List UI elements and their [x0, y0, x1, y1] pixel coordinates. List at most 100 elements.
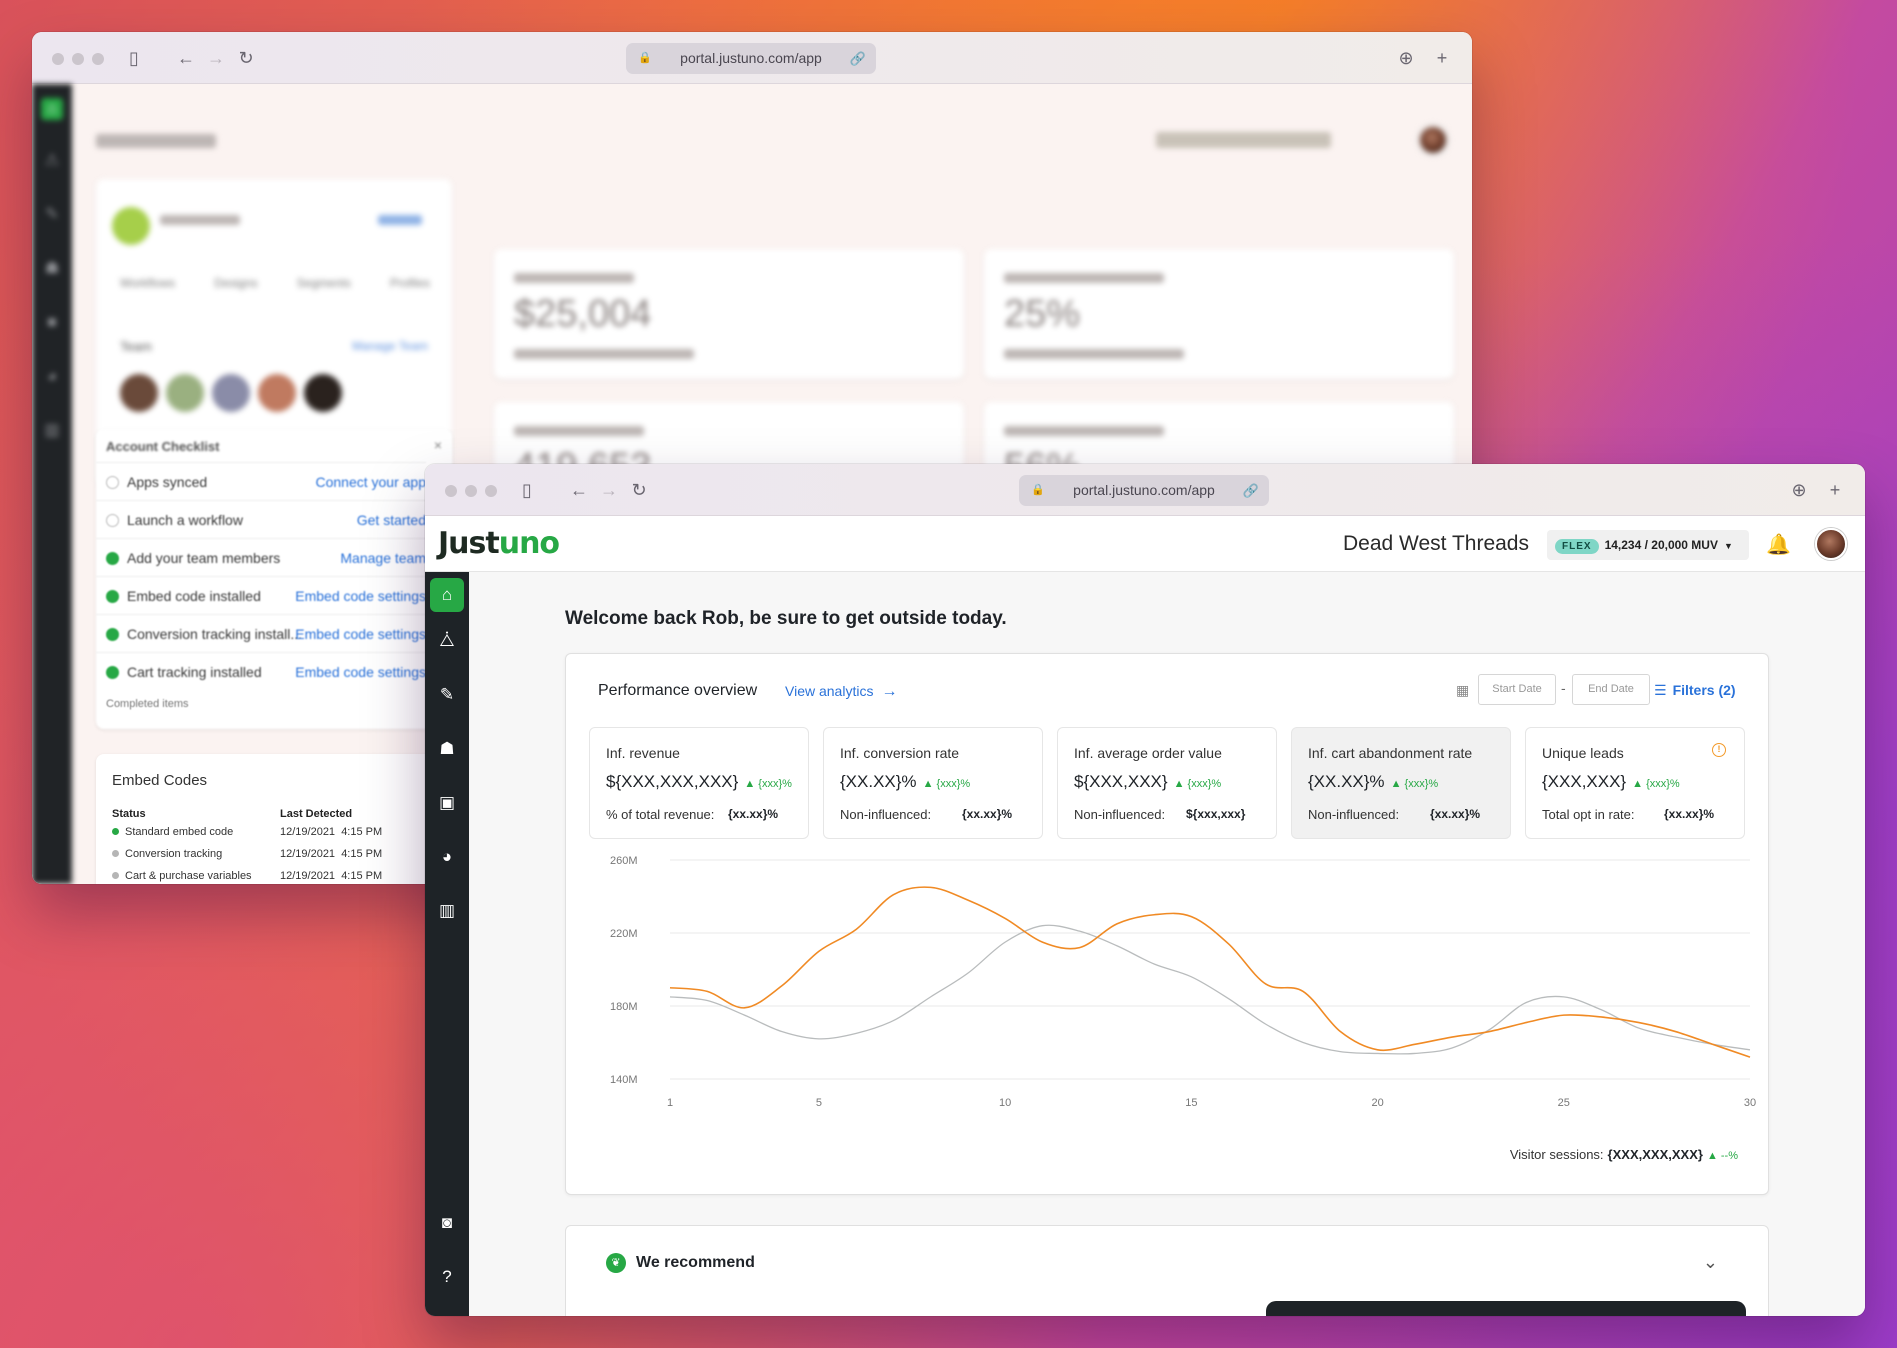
visitor-sessions: Visitor sessions: {XXX,XXX,XXX} ▲ --% [1509, 1147, 1738, 1162]
home-icon[interactable]: ⌂ [430, 578, 464, 612]
window-controls[interactable] [52, 53, 104, 65]
col-last-detected: Last Detected [280, 808, 353, 820]
plan-selector[interactable]: FLEX 14,234 / 20,000 MUV ▼ [1547, 530, 1749, 560]
y-tick-label: 140M [610, 1074, 638, 1086]
panel-title: Performance overview [598, 682, 758, 699]
url-text: portal.justuno.com/app [1073, 482, 1215, 498]
x-tick-label: 20 [1371, 1097, 1383, 1109]
forward-arrow-icon[interactable]: → [597, 478, 621, 502]
pie-chart-icon[interactable]: ◕ [430, 840, 464, 874]
forward-arrow-icon[interactable]: → [204, 46, 228, 70]
address-bar[interactable]: 🔒 portal.justuno.com/app 🔗 [1019, 475, 1269, 506]
address-bar[interactable]: 🔒 portal.justuno.com/app 🔗 [626, 43, 876, 74]
metric-sub-label: Non-influenced: [1308, 807, 1400, 822]
welcome-heading: Welcome back Rob, be sure to get outside… [565, 608, 1007, 629]
start-date-input[interactable]: Start Date [1478, 674, 1556, 705]
metric-sub-value: {xx.xx}% [962, 807, 1013, 821]
leaf-icon: ❦ [606, 1253, 626, 1273]
date-separator: - [1561, 680, 1566, 696]
shopping-bag-icon[interactable]: ▣ [430, 786, 464, 820]
metric-card-conversion-rate[interactable]: Inf. conversion rate {XX.XX}% ▲ {xxx}% No… [823, 727, 1043, 839]
metric-value: 25% [1004, 293, 1081, 335]
metric-label: Inf. average order value [1074, 745, 1222, 761]
metric-sub-label: Non-influenced: [1074, 807, 1166, 822]
series-line [669, 924, 1751, 1055]
checklist-item[interactable]: Apps synced Connect your app [96, 462, 426, 500]
warning-icon[interactable]: ! [1712, 743, 1726, 757]
checklist-item[interactable]: Conversion tracking install... Embed code… [96, 614, 426, 652]
embed-row-date: 12/19/2021 4:15 PM [280, 848, 383, 860]
pie-icon[interactable]: ◕ [41, 366, 63, 388]
library-icon[interactable]: ▥ [41, 420, 63, 442]
metric-sub-label: Non-influenced: [840, 807, 932, 822]
embed-row: Conversion tracking [112, 848, 222, 860]
end-date-input[interactable]: End Date [1572, 674, 1650, 705]
url-text: portal.justuno.com/app [680, 50, 822, 66]
sidebar-toggle-icon[interactable]: ▯ [515, 478, 539, 502]
metric-card-average-order-value[interactable]: Inf. average order value ${XXX,XXX} ▲ {xx… [1057, 727, 1277, 839]
workflow-icon[interactable]: ⚠ [41, 150, 63, 172]
embed-row-date: 12/19/2021 4:15 PM [280, 870, 383, 882]
we-recommend-panel[interactable]: ❦ We recommend ⌄ [565, 1225, 1769, 1316]
window-controls[interactable] [445, 485, 497, 497]
back-arrow-icon[interactable]: ← [174, 46, 198, 70]
help-icon[interactable]: ? [430, 1260, 464, 1294]
reload-icon[interactable]: ↻ [627, 478, 651, 502]
arrow-right-icon: → [881, 683, 898, 700]
users-icon[interactable]: ☗ [41, 258, 63, 280]
metric-card-unique-leads[interactable]: Unique leads ! {XXX,XXX} ▲ {xxx}% Total o… [1525, 727, 1745, 839]
metric-card-revenue: $25,004 [494, 249, 964, 379]
embed-row: Standard embed code [112, 826, 233, 838]
metric-sub-value: {xx.xx}% [728, 807, 779, 821]
metric-card-cart-abandonment[interactable]: Inf. cart abandonment rate {XX.XX}% ▲ {xx… [1291, 727, 1511, 839]
manage-team-link[interactable]: Manage Team [352, 339, 428, 353]
brush-icon[interactable]: ✎ [430, 678, 464, 712]
back-titlebar: ▯ ← → ↻ 🔒 portal.justuno.com/app 🔗 ⊕ + [32, 32, 1472, 84]
brush-icon[interactable]: ✎ [41, 204, 63, 226]
notification-bell-icon[interactable]: 🔔 [1766, 532, 1791, 557]
metric-label: Inf. conversion rate [840, 745, 960, 761]
metric-sub-label: Total opt in rate: [1542, 807, 1635, 822]
workflow-icon[interactable]: ⧊ [430, 624, 464, 658]
calendar-icon[interactable]: ▦ [1456, 682, 1469, 699]
metric-label-workflows: Workflows [120, 276, 176, 290]
metric-value: $25,004 [514, 293, 652, 335]
metric-label-profiles: Profiles [389, 276, 430, 290]
video-camera-icon[interactable]: ◙ [430, 1206, 464, 1240]
users-icon[interactable]: ☗ [430, 732, 464, 766]
checklist-item[interactable]: Launch a workflow Get started [96, 500, 426, 538]
front-browser-window: ▯ ← → ↻ 🔒 portal.justuno.com/app 🔗 ⊕ + J… [425, 464, 1865, 1316]
bag-icon[interactable]: ■ [41, 312, 63, 334]
checklist-item[interactable]: Add your team members Manage team [96, 538, 426, 576]
recommend-title: We recommend [636, 1254, 755, 1271]
plan-badge: FLEX [1555, 539, 1599, 554]
performance-line-chart: 260M220M180M140M1 5 10 15 20 25 30 [610, 855, 1756, 1109]
metric-sub-value: {xx.xx}% [1430, 807, 1481, 821]
trend-up-icon: ▲ --% [1706, 1150, 1738, 1162]
justuno-logo[interactable]: Justuno [438, 526, 560, 561]
user-avatar[interactable] [1815, 528, 1847, 560]
new-tab-icon[interactable]: + [1430, 46, 1454, 70]
embed-codes-title: Embed Codes [112, 772, 208, 789]
download-icon[interactable]: ⊕ [1394, 46, 1418, 70]
back-arrow-icon[interactable]: ← [567, 478, 591, 502]
view-analytics-link[interactable]: View analytics → [785, 683, 897, 701]
back-avatar[interactable] [1418, 125, 1448, 155]
lock-icon: 🔒 [1031, 484, 1045, 496]
series-line [669, 886, 1751, 1058]
chevron-down-icon[interactable]: ⌄ [1703, 1252, 1718, 1273]
sidebar-toggle-icon[interactable]: ▯ [122, 46, 146, 70]
close-icon[interactable]: × [434, 437, 442, 453]
recommend-action-bar[interactable] [1266, 1301, 1746, 1316]
x-tick-label: 10 [999, 1097, 1011, 1109]
reload-icon[interactable]: ↻ [234, 46, 258, 70]
checklist-item[interactable]: Embed code installed Embed code settings [96, 576, 426, 614]
checklist-item[interactable]: Cart tracking installed Embed code settin… [96, 652, 426, 690]
download-icon[interactable]: ⊕ [1787, 478, 1811, 502]
new-tab-icon[interactable]: + [1823, 478, 1847, 502]
app-sidebar: ⌂ ⧊ ✎ ☗ ▣ ◕ ▥ ◙ ? [425, 572, 469, 1316]
library-icon[interactable]: ▥ [430, 894, 464, 928]
filters-button[interactable]: ☰ Filters (2) [1654, 682, 1736, 699]
home-icon[interactable]: ⌂ [41, 98, 63, 120]
metric-card-revenue[interactable]: Inf. revenue ${XXX,XXX,XXX} ▲ {xxx}% % of… [589, 727, 809, 839]
